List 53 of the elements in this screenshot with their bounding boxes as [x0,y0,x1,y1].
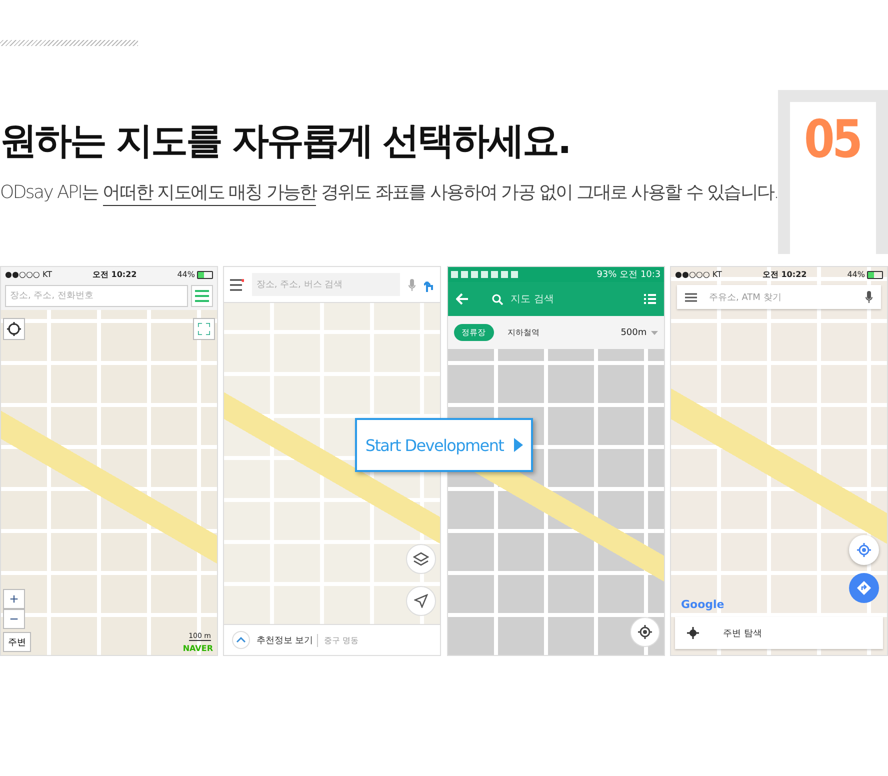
caret-icon [650,330,658,334]
chevron-up-icon [236,637,246,643]
sheet-location: 중구 명동 [324,634,359,646]
arrow-icon [414,594,428,608]
radius-dropdown[interactable]: 500m [620,328,658,338]
layers-icon [413,552,430,566]
carrier-text: ●●○○○ KT [5,270,52,279]
layers-button[interactable] [406,544,436,574]
subtitle: ODsay API는 어떠한 지도에도 매칭 가능한 경위도 좌표를 사용하여 가공 없이 그대로 사용할 수 있습니다. [0,180,778,204]
crosshair-icon [686,627,699,639]
navigation-button[interactable] [406,586,436,616]
location-button[interactable] [630,617,660,647]
menu-icon [195,290,209,302]
sheet-title[interactable]: 추천정보 보기 [256,634,318,646]
expand-button[interactable] [232,631,250,649]
zoom-out-button[interactable]: − [3,609,25,629]
location-button[interactable] [3,318,25,340]
battery-text: 93% [596,270,617,280]
explore-card[interactable]: 주변 탐색 [674,617,883,649]
clock-text: 오전 10:3 [620,270,661,280]
menu-icon [230,278,244,290]
search-icon [492,294,503,304]
map-logo: NAVER [182,644,213,653]
play-icon [514,438,523,452]
menu-button[interactable] [191,285,213,307]
carrier-text: ●●○○○ KT [674,270,722,279]
battery-text: 44% [847,270,865,279]
clock-text: 오전 10:22 [762,269,807,280]
card-label: 주변 탐색 [722,628,762,640]
zoom-in-button[interactable]: + [3,589,25,609]
menu-icon[interactable] [684,292,697,302]
fullscreen-button[interactable] [193,318,215,340]
crosshair-icon [7,322,21,336]
step-number: 05 [804,114,860,172]
directions-button[interactable] [848,573,879,603]
clock-text: 오전 10:22 [92,269,137,280]
crosshair-icon [856,543,871,557]
map-logo: Google [680,598,724,611]
notification-icons-drawing [450,271,518,278]
underlined-phrase: 어떠한 지도에도 매칭 가능한 [102,182,316,206]
battery-icon [197,270,213,278]
expand-icon [198,323,210,335]
microphone-icon [408,278,416,290]
list-icon[interactable] [644,294,656,304]
filter-chip[interactable]: 지하철역 [500,324,548,341]
battery-icon [866,270,883,278]
crosshair-icon [638,625,652,639]
page-title: 원하는 지도를 자유롭게 선택하세요. [0,118,571,164]
battery-text: 44% [177,270,195,279]
microphone-icon[interactable] [864,291,873,303]
back-icon[interactable] [456,293,468,305]
nearby-button[interactable]: 주변 [3,632,31,652]
directions-icon [856,581,871,595]
